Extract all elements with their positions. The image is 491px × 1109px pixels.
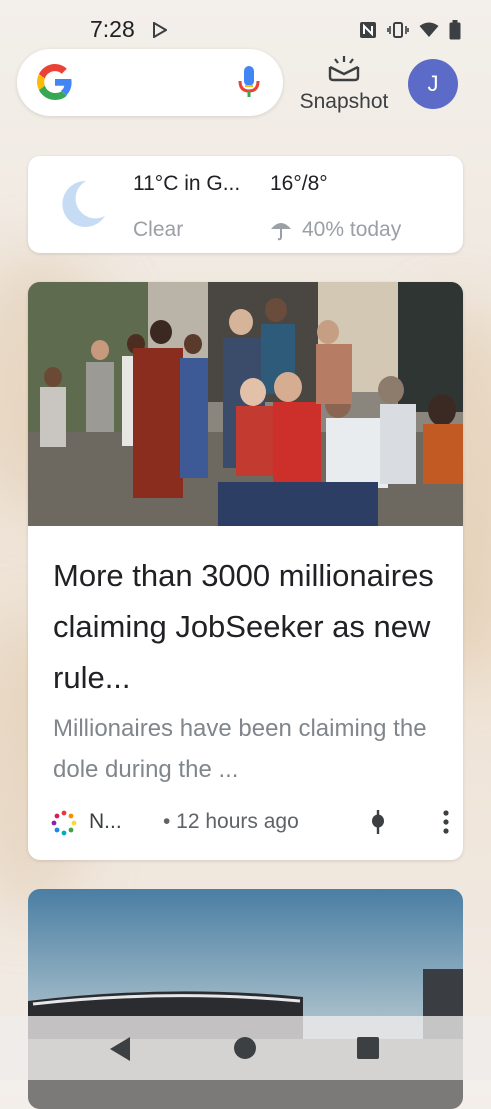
- weather-temperature: 11°C in G...: [133, 172, 241, 195]
- news-time: • 12 hours ago: [163, 810, 299, 833]
- save-pin-icon[interactable]: [368, 808, 388, 841]
- news-meta: N... • 12 hours ago: [51, 808, 449, 841]
- battery-icon: [449, 20, 461, 45]
- snapshot-icon: [327, 56, 361, 87]
- umbrella-icon: [270, 219, 292, 246]
- back-icon[interactable]: [108, 1036, 132, 1067]
- navigation-bar: [0, 1016, 491, 1080]
- status-time: 7:28: [90, 16, 135, 42]
- google-g-logo: [37, 64, 73, 105]
- nfc-icon: [359, 21, 377, 44]
- news-source[interactable]: N...: [89, 810, 122, 834]
- news-card[interactable]: More than 3000 millionaires claiming Job…: [28, 282, 463, 860]
- snapshot-button[interactable]: Snapshot: [290, 55, 398, 114]
- weather-precipitation: 40% today: [302, 218, 402, 241]
- play-store-icon: [153, 21, 168, 43]
- snapshot-label: Snapshot: [299, 90, 389, 113]
- mic-icon[interactable]: [237, 65, 261, 104]
- wifi-icon: [419, 22, 439, 43]
- google-search-bar[interactable]: [17, 49, 283, 116]
- more-options-icon[interactable]: [441, 808, 451, 841]
- home-icon[interactable]: [234, 1037, 256, 1059]
- weather-card[interactable]: 11°C in G... 16°/8° Clear 40% today: [28, 156, 463, 253]
- news-photo: [28, 282, 463, 526]
- weather-condition: Clear: [133, 218, 184, 241]
- news-snippet: Millionaires have been claiming the dole…: [53, 715, 427, 783]
- recents-icon[interactable]: [357, 1037, 379, 1059]
- vibrate-icon: [387, 22, 409, 43]
- source-logo-icon: [51, 810, 77, 841]
- account-avatar[interactable]: J: [408, 59, 458, 109]
- status-icons: [359, 20, 461, 45]
- weather-high-low: 16°/8°: [270, 172, 328, 195]
- news-headline[interactable]: More than 3000 millionaires claiming Job…: [53, 550, 448, 703]
- moon-icon: [56, 178, 108, 235]
